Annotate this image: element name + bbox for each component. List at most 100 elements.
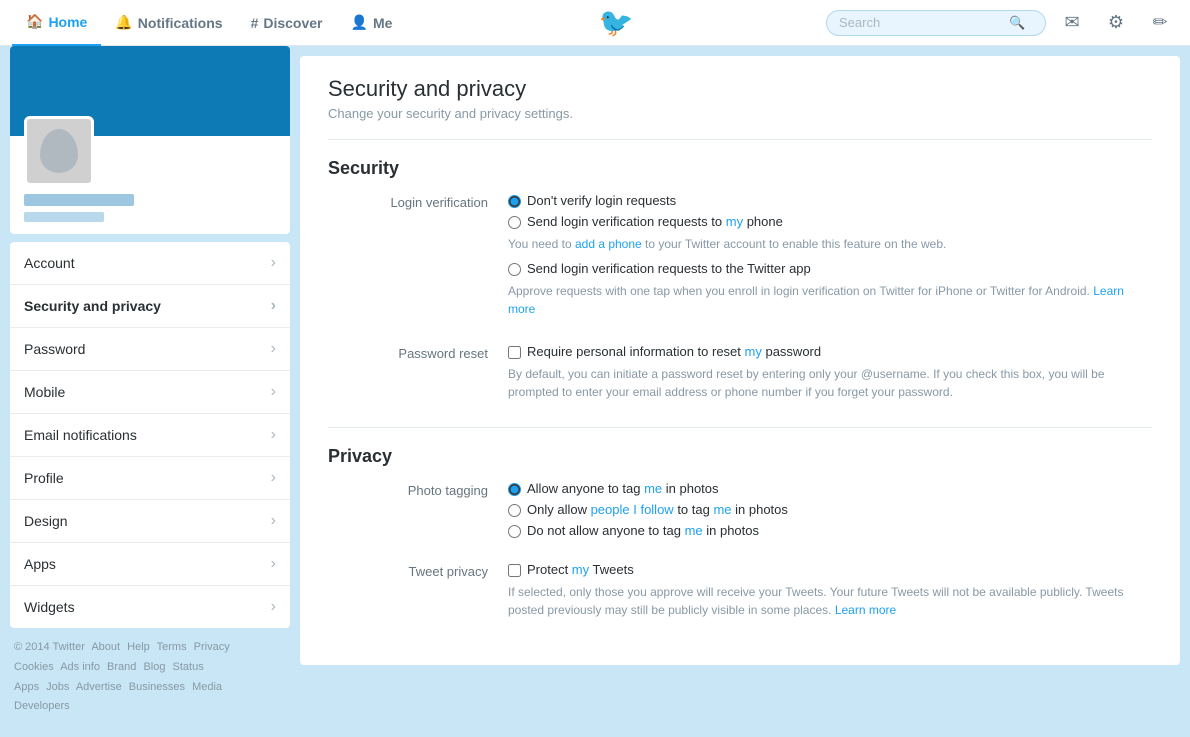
sidebar-item-email-notifications[interactable]: Email notifications › <box>10 414 290 457</box>
radio-dont-verify: Don't verify login requests <box>508 193 1152 208</box>
footer-status[interactable]: Status <box>173 661 204 673</box>
tweet-privacy-content: Protect my Tweets If selected, only thos… <box>508 562 1152 627</box>
footer-line-3: Apps Jobs Advertise Businesses Media <box>14 678 286 698</box>
radio-allow-anyone-text: Allow anyone to tag me in photos <box>527 481 719 496</box>
sidebar-item-mobile[interactable]: Mobile › <box>10 371 290 414</box>
footer-ads-info[interactable]: Ads info <box>60 661 100 673</box>
checkbox-protect-tweets: Protect my Tweets <box>508 562 1152 577</box>
radio-phone-label: Send login verification requests to my p… <box>527 214 783 229</box>
footer-businesses[interactable]: Businesses <box>129 681 185 693</box>
footer-apps[interactable]: Apps <box>14 681 39 693</box>
footer-line-2: Cookies Ads info Brand Blog Status <box>14 658 286 678</box>
avatar-egg <box>40 129 78 173</box>
photo-tagging-label: Photo tagging <box>328 481 488 544</box>
radio-no-tag-input[interactable] <box>508 525 521 538</box>
page-subtitle: Change your security and privacy setting… <box>328 106 1152 121</box>
photo-tagging-content: Allow anyone to tag me in photos Only al… <box>508 481 1152 544</box>
radio-app-text: Send login verification requests to the … <box>527 261 811 276</box>
sidebar-item-password[interactable]: Password › <box>10 328 290 371</box>
notifications-icon: 🔔 <box>115 14 132 31</box>
radio-dont-verify-input[interactable] <box>508 195 521 208</box>
radio-phone-input[interactable] <box>508 216 521 229</box>
radio-app-input[interactable] <box>508 263 521 276</box>
person-icon: 👤 <box>351 14 368 31</box>
checkbox-password-reset: Require personal information to reset my… <box>508 344 1152 359</box>
sidebar-item-apps[interactable]: Apps › <box>10 543 290 586</box>
sidebar-item-password-label: Password <box>24 341 85 357</box>
photo-tagging-row: Photo tagging Allow anyone to tag me in … <box>328 481 1152 544</box>
chevron-right-icon: › <box>271 555 276 573</box>
sidebar-item-apps-label: Apps <box>24 556 56 572</box>
nav-notifications-label: Notifications <box>138 15 223 31</box>
divider-1 <box>328 139 1152 140</box>
nav-right: 🔍 ✉ ⚙ ✏ <box>826 5 1178 41</box>
learn-more-link-1[interactable]: Learn more <box>508 284 1124 316</box>
learn-more-link-2[interactable]: Learn more <box>835 603 896 617</box>
sidebar-item-design-label: Design <box>24 513 68 529</box>
chevron-right-icon: › <box>271 340 276 358</box>
footer-media[interactable]: Media <box>192 681 222 693</box>
radio-only-follow: Only allow people I follow to tag me in … <box>508 502 1152 517</box>
privacy-heading: Privacy <box>328 446 1152 467</box>
footer-cookies[interactable]: Cookies <box>14 661 54 673</box>
password-reset-hint: By default, you can initiate a password … <box>508 365 1152 401</box>
search-icon: 🔍 <box>1009 15 1025 31</box>
search-box[interactable]: 🔍 <box>826 10 1046 36</box>
nav-discover[interactable]: # Discover <box>237 0 337 46</box>
login-verification-content: Don't verify login requests Send login v… <box>508 193 1152 326</box>
password-reset-content: Require personal information to reset my… <box>508 344 1152 409</box>
sidebar-item-security-label: Security and privacy <box>24 298 161 314</box>
sidebar-item-mobile-label: Mobile <box>24 384 65 400</box>
nav-left: 🏠 Home 🔔 Notifications # Discover 👤 Me <box>12 0 406 46</box>
security-heading: Security <box>328 158 1152 179</box>
footer-blog[interactable]: Blog <box>143 661 165 673</box>
messages-button[interactable]: ✉ <box>1054 5 1090 41</box>
footer-privacy[interactable]: Privacy <box>194 641 230 653</box>
checkbox-password-reset-label: Require personal information to reset my… <box>527 344 821 359</box>
page-title: Security and privacy <box>328 76 1152 102</box>
footer-jobs[interactable]: Jobs <box>46 681 69 693</box>
hashtag-icon: # <box>251 15 259 31</box>
radio-allow-anyone-input[interactable] <box>508 483 521 496</box>
chevron-right-icon: › <box>271 383 276 401</box>
radio-only-follow-input[interactable] <box>508 504 521 517</box>
compose-button[interactable]: ✏ <box>1142 5 1178 41</box>
footer-brand[interactable]: Brand <box>107 661 136 673</box>
nav-home[interactable]: 🏠 Home <box>12 0 101 46</box>
phone-hint: You need to add a phone to your Twitter … <box>508 235 1152 253</box>
home-icon: 🏠 <box>26 13 43 30</box>
chevron-right-icon: › <box>271 297 276 315</box>
sidebar-item-widgets[interactable]: Widgets › <box>10 586 290 628</box>
profile-name <box>24 194 134 206</box>
footer-copyright[interactable]: © 2014 Twitter <box>14 641 85 653</box>
footer-help[interactable]: Help <box>127 641 150 653</box>
add-phone-link[interactable]: add a phone <box>575 237 642 251</box>
sidebar-item-profile[interactable]: Profile › <box>10 457 290 500</box>
sidebar-item-security[interactable]: Security and privacy › <box>10 285 290 328</box>
radio-no-tag: Do not allow anyone to tag me in photos <box>508 523 1152 538</box>
sidebar-item-account[interactable]: Account › <box>10 242 290 285</box>
login-verification-label: Login verification <box>328 193 488 326</box>
login-verification-row: Login verification Don't verify login re… <box>328 193 1152 326</box>
radio-allow-anyone: Allow anyone to tag me in photos <box>508 481 1152 496</box>
search-input[interactable] <box>839 15 1009 30</box>
sidebar-item-design[interactable]: Design › <box>10 500 290 543</box>
profile-card <box>10 46 290 234</box>
footer-about[interactable]: About <box>91 641 120 653</box>
chevron-right-icon: › <box>271 512 276 530</box>
radio-app: Send login verification requests to the … <box>508 261 1152 276</box>
nav-me[interactable]: 👤 Me <box>337 0 407 46</box>
footer-line-1: © 2014 Twitter About Help Terms Privacy <box>14 638 286 658</box>
footer-advertise[interactable]: Advertise <box>76 681 122 693</box>
settings-button[interactable]: ⚙ <box>1098 5 1134 41</box>
footer-developers[interactable]: Developers <box>14 700 70 712</box>
nav-me-label: Me <box>373 15 392 31</box>
nav-notifications[interactable]: 🔔 Notifications <box>101 0 236 46</box>
sidebar-menu: Account › Security and privacy › Passwor… <box>10 242 290 628</box>
footer-terms[interactable]: Terms <box>157 641 187 653</box>
footer-line-4: Developers <box>14 697 286 717</box>
checkbox-protect-tweets-input[interactable] <box>508 564 521 577</box>
radio-only-follow-text: Only allow people I follow to tag me in … <box>527 502 788 517</box>
sidebar-item-account-label: Account <box>24 255 75 271</box>
checkbox-password-reset-input[interactable] <box>508 346 521 359</box>
